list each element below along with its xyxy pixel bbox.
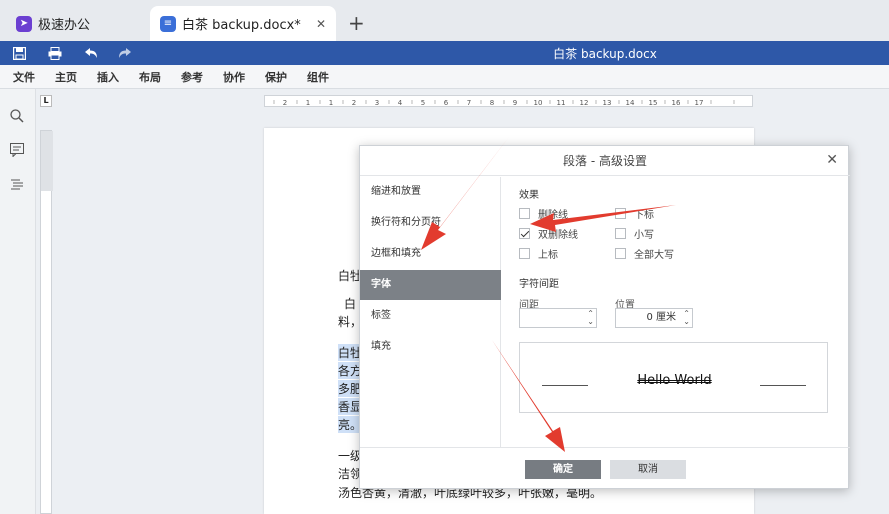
vertical-ruler[interactable] bbox=[40, 130, 53, 514]
font-preview: Hello World bbox=[519, 342, 828, 413]
dialog-footer: 确定 取消 bbox=[360, 447, 850, 490]
menu-collaboration[interactable]: 协作 bbox=[223, 69, 245, 85]
ruler-number: 9 bbox=[513, 99, 517, 107]
strikethrough-checkbox[interactable]: 删除线 bbox=[519, 206, 568, 221]
navigation-icon[interactable] bbox=[10, 177, 28, 195]
ruler-number: 3 bbox=[375, 99, 379, 107]
position-input[interactable]: 0 厘米 ⌃ ⌄ bbox=[615, 308, 693, 328]
cancel-button[interactable]: 取消 bbox=[610, 460, 686, 479]
ok-button[interactable]: 确定 bbox=[525, 460, 601, 479]
menu-plugins[interactable]: 组件 bbox=[307, 69, 329, 85]
nav-indents-placement[interactable]: 缩进和放置 bbox=[360, 177, 501, 207]
spinner-icon[interactable]: ⌃ ⌄ bbox=[683, 310, 690, 326]
ruler-number: 10 bbox=[534, 99, 543, 107]
horizontal-ruler[interactable]: 2 1 1 2 3 4 5 6 7 8 9 10 11 12 13 14 15 16 17 bbox=[264, 95, 753, 107]
nav-line-page-breaks[interactable]: 换行符和分页符 bbox=[360, 208, 501, 238]
tab-document[interactable]: ≡ 白茶 backup.docx* ✕ bbox=[150, 6, 336, 41]
dialog-title: 段落 - 高级设置 bbox=[360, 146, 850, 176]
ruler-number: 15 bbox=[649, 99, 658, 107]
paragraph-advanced-settings-dialog: 段落 - 高级设置 ✕ 缩进和放置 换行符和分页符 边框和填充 字体 标签 填充… bbox=[359, 145, 850, 490]
nav-padding[interactable]: 填充 bbox=[360, 332, 501, 362]
menu-home[interactable]: 主页 bbox=[55, 69, 77, 85]
menu-protect[interactable]: 保护 bbox=[265, 69, 287, 85]
new-tab-icon[interactable]: + bbox=[348, 11, 365, 35]
superscript-checkbox[interactable]: 上标 bbox=[519, 246, 558, 261]
document-title: 白茶 backup.docx bbox=[553, 47, 657, 61]
ruler-number: 12 bbox=[580, 99, 589, 107]
ruler-number: 8 bbox=[490, 99, 494, 107]
double-strikethrough-checkbox[interactable]: 双删除线 bbox=[519, 226, 578, 241]
search-icon[interactable] bbox=[10, 109, 28, 127]
ruler-number: 4 bbox=[398, 99, 403, 107]
ruler-number: 6 bbox=[444, 99, 449, 107]
ruler-number: 1 bbox=[306, 99, 310, 107]
ruler-tab-selector[interactable]: L bbox=[40, 95, 52, 107]
character-spacing-label: 字符间距 bbox=[519, 279, 559, 290]
menu-layout[interactable]: 布局 bbox=[139, 69, 161, 85]
small-caps-checkbox[interactable]: 小写 bbox=[615, 226, 654, 241]
ruler-number: 17 bbox=[695, 99, 704, 107]
menu-insert[interactable]: 插入 bbox=[97, 69, 119, 85]
close-icon[interactable]: ✕ bbox=[826, 152, 838, 168]
menu-file[interactable]: 文件 bbox=[13, 69, 35, 85]
nav-tabs[interactable]: 标签 bbox=[360, 301, 501, 331]
comment-icon[interactable] bbox=[10, 143, 28, 161]
ruler-number: 5 bbox=[421, 99, 425, 107]
ruler-number: 7 bbox=[467, 99, 471, 107]
spacing-input[interactable]: ⌃ ⌄ bbox=[519, 308, 597, 328]
tab-label: 白茶 backup.docx* bbox=[182, 18, 301, 33]
all-caps-checkbox[interactable]: 全部大写 bbox=[615, 246, 674, 261]
document-icon: ≡ bbox=[160, 15, 176, 32]
nav-borders-fill[interactable]: 边框和填充 bbox=[360, 239, 501, 269]
menu-references[interactable]: 参考 bbox=[181, 69, 203, 85]
menu-bar: 文件 主页 插入 布局 参考 协作 保护 组件 bbox=[0, 65, 889, 89]
dialog-nav: 缩进和放置 换行符和分页符 边框和填充 字体 标签 填充 bbox=[360, 177, 501, 447]
tab-app-home[interactable]: ➤ 极速办公 bbox=[6, 6, 144, 41]
spinner-icon[interactable]: ⌃ ⌄ bbox=[587, 310, 594, 326]
ruler-number: 2 bbox=[352, 99, 356, 107]
tab-label: 极速办公 bbox=[38, 18, 91, 33]
ruler-number: 14 bbox=[626, 99, 635, 107]
ruler-number: 16 bbox=[672, 99, 681, 107]
rocket-icon: ➤ bbox=[16, 15, 32, 32]
left-toolbar bbox=[0, 89, 36, 514]
nav-font[interactable]: 字体 bbox=[360, 270, 501, 300]
title-bar: 白茶 backup.docx bbox=[0, 41, 889, 65]
ruler-number: 11 bbox=[557, 99, 566, 107]
ruler-number: 2 bbox=[283, 99, 287, 107]
ruler-number: 13 bbox=[603, 99, 612, 107]
ruler-number: 1 bbox=[329, 99, 333, 107]
effects-label: 效果 bbox=[519, 190, 539, 201]
subscript-checkbox[interactable]: 下标 bbox=[615, 206, 654, 221]
doc-line: 白 bbox=[344, 297, 357, 311]
tab-bar: ➤ 极速办公 ≡ 白茶 backup.docx* ✕ + bbox=[0, 0, 889, 41]
close-tab-icon[interactable]: ✕ bbox=[316, 17, 326, 31]
